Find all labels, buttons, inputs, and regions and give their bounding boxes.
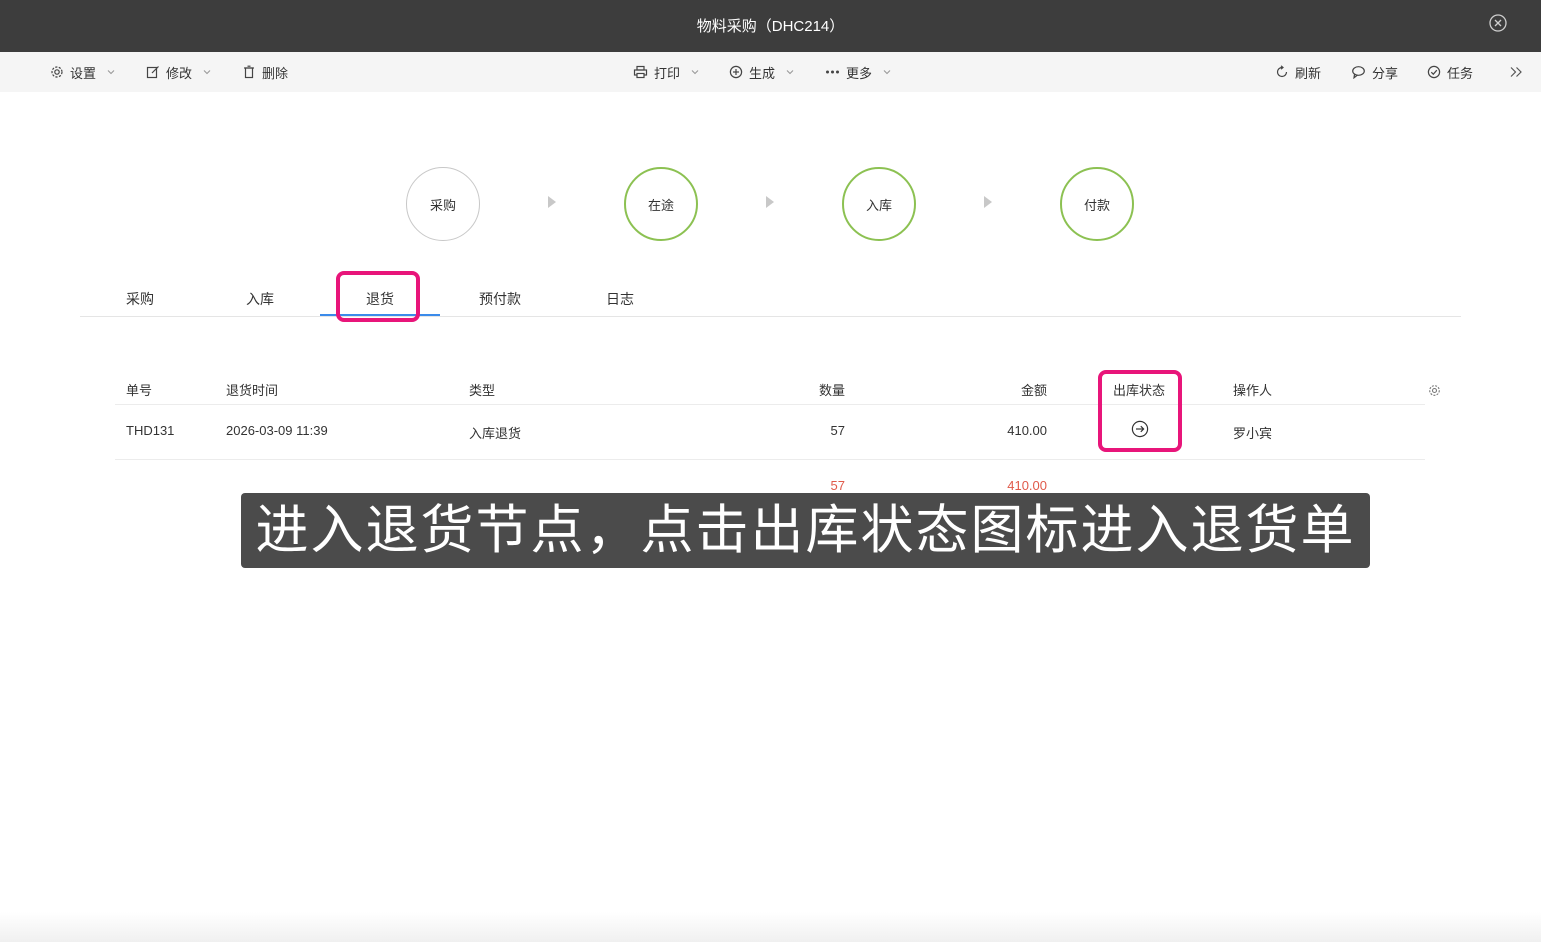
cell-qty: 57	[830, 423, 845, 438]
flow-node-label: 付款	[1083, 197, 1110, 213]
arrow-right-circle-icon[interactable]	[1131, 420, 1149, 438]
tab-warehousing[interactable]: 入库	[200, 280, 320, 316]
flow-node-in-transit[interactable]: 在途	[624, 167, 698, 241]
toolbar: 设置 修改 删除 打印 生成 更多 刷新 分享 任务	[0, 52, 1541, 92]
task-label: 任务	[1447, 65, 1474, 81]
chevron-down-icon	[786, 70, 794, 75]
cell-type: 入库退货	[469, 426, 522, 441]
printer-icon	[633, 65, 648, 79]
edit-label: 修改	[166, 65, 193, 81]
settings-label: 设置	[70, 65, 97, 81]
header-qty: 数量	[818, 383, 845, 398]
check-circle-icon	[1427, 65, 1441, 79]
print-button[interactable]: 打印	[633, 52, 700, 92]
cell-amount: 410.00	[1007, 423, 1047, 438]
gear-icon	[51, 66, 63, 78]
flow-arrow-icon	[984, 196, 992, 208]
chevron-down-icon	[691, 70, 699, 75]
header-type: 类型	[469, 383, 496, 398]
refresh-icon	[1276, 65, 1288, 78]
header-operator: 操作人	[1233, 383, 1273, 398]
cell-operator: 罗小宾	[1233, 426, 1273, 441]
edit-button[interactable]: 修改	[146, 52, 212, 92]
chevron-down-icon	[107, 70, 115, 75]
header-amount: 金额	[1020, 383, 1047, 398]
generate-button[interactable]: 生成	[729, 52, 795, 92]
plus-circle-icon	[729, 65, 743, 79]
summary-amount: 410.00	[1007, 478, 1047, 493]
double-chevron-right-icon	[1510, 67, 1522, 77]
edit-icon	[146, 66, 159, 79]
flow-node-label: 在途	[647, 197, 674, 213]
print-label: 打印	[654, 65, 681, 81]
chevron-down-icon	[203, 70, 211, 75]
chat-icon	[1352, 66, 1365, 79]
trash-icon	[244, 65, 254, 79]
refresh-button[interactable]: 刷新	[1275, 52, 1321, 92]
flow-node-warehousing[interactable]: 入库	[842, 167, 916, 241]
instruction-caption: 进入退货节点，点击出库状态图标进入退货单	[241, 493, 1370, 568]
flow-node-payment[interactable]: 付款	[1060, 167, 1134, 241]
flow-arrow-icon	[766, 196, 774, 208]
table-header-row: 单号 退货时间 类型 数量 金额 出库状态 操作人	[115, 370, 1440, 405]
column-settings-gear-icon[interactable]	[1428, 384, 1441, 397]
delete-label: 删除	[262, 65, 289, 81]
close-icon[interactable]	[1488, 13, 1508, 33]
more-button[interactable]: 更多	[825, 52, 892, 92]
generate-label: 生成	[749, 65, 776, 81]
more-icon	[826, 70, 839, 74]
flow-node-label: 入库	[865, 197, 892, 213]
header-time: 退货时间	[226, 383, 279, 398]
flow-arrow-icon	[548, 196, 556, 208]
tab-purchase[interactable]: 采购	[80, 280, 200, 316]
flow-node-label: 采购	[429, 197, 456, 213]
chevron-down-icon	[883, 70, 891, 75]
summary-qty: 57	[830, 478, 845, 493]
tab-return[interactable]: 退货	[320, 280, 440, 316]
share-button[interactable]: 分享	[1351, 52, 1398, 92]
settings-button[interactable]: 设置	[50, 52, 116, 92]
tab-bar: 采购 入库 退货 预付款 日志	[80, 280, 1461, 317]
title-bar: 物料采购（DHC214）	[0, 0, 1541, 52]
expand-panel-button[interactable]	[1509, 52, 1523, 92]
table-row[interactable]: THD131 2026-03-09 11:39 入库退货 57 410.00 罗…	[115, 405, 1425, 460]
task-button[interactable]: 任务	[1427, 52, 1473, 92]
flow-node-purchase[interactable]: 采购	[406, 167, 480, 241]
delete-button[interactable]: 删除	[242, 52, 288, 92]
header-status: 出库状态	[1113, 383, 1166, 398]
cell-time: 2026-03-09 11:39	[226, 423, 328, 438]
share-label: 分享	[1372, 65, 1399, 81]
tab-log[interactable]: 日志	[560, 280, 680, 316]
header-no: 单号	[126, 383, 153, 398]
tab-prepayment[interactable]: 预付款	[440, 280, 560, 316]
window-title: 物料采购（DHC214）	[696, 18, 845, 35]
bottom-edge	[0, 912, 1541, 942]
cell-no: THD131	[126, 423, 175, 438]
more-label: 更多	[846, 65, 873, 81]
refresh-label: 刷新	[1295, 65, 1322, 81]
